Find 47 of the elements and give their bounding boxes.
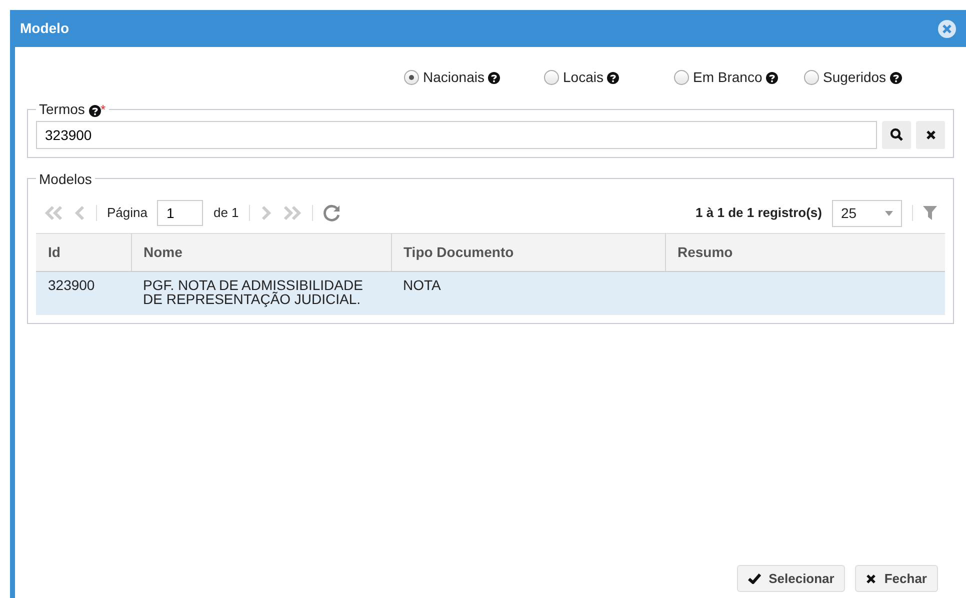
filter-icon[interactable] [923, 206, 937, 220]
radio-label[interactable]: Locais [563, 67, 604, 88]
search-button[interactable] [882, 120, 911, 149]
column-header[interactable]: Tipo Documento [391, 233, 665, 272]
record-count: 1 à 1 de 1 registro(s) [696, 204, 822, 222]
field-label: Termos [39, 101, 85, 117]
column-header[interactable]: Resumo [665, 233, 945, 272]
check-icon [748, 573, 761, 584]
page-label: Página [107, 204, 148, 222]
caret-icon [885, 210, 893, 216]
close-icon [866, 574, 876, 584]
search-field[interactable]: 323900 [36, 120, 877, 149]
refresh-icon[interactable] [322, 204, 341, 222]
radio-button[interactable] [404, 70, 419, 85]
help-icon [890, 72, 902, 84]
help-icon [766, 72, 778, 84]
page-total: de 1 [213, 204, 239, 222]
search-icon [890, 128, 903, 142]
help-icon [88, 104, 101, 117]
radio-label[interactable]: Sugeridos [823, 67, 886, 88]
close-icon [926, 130, 936, 140]
table-row[interactable]: 323900 PGF. NOTA DE ADMISSIBILIDADE DE REPRESENTAÇÃO JUDICIAL. NOTA [36, 271, 945, 315]
previous-page-icon[interactable] [74, 205, 86, 222]
cell-text: NOTA [403, 276, 441, 293]
clear-button[interactable] [916, 120, 945, 149]
first-page-icon[interactable] [44, 205, 64, 222]
radio-label[interactable]: Em Branco [693, 67, 762, 88]
window-title: Modelo [20, 19, 69, 38]
cell-text: PGF. NOTA DE ADMISSIBILIDADE DE REPRESENTAÇÃO JUDICIAL. [143, 276, 363, 308]
help-icon [607, 72, 620, 84]
page-size-select[interactable]: 25 [832, 200, 902, 227]
close-icon[interactable] [938, 20, 956, 38]
radio-button[interactable] [544, 70, 559, 85]
radio-button[interactable] [804, 70, 819, 85]
close-button[interactable]: Fechar [855, 565, 938, 592]
radio-button[interactable] [674, 70, 689, 85]
column-header[interactable]: Id [36, 233, 131, 272]
last-page-icon[interactable] [282, 205, 302, 222]
required-mark: * [100, 102, 106, 117]
cell-text: 323900 [48, 276, 95, 293]
select-button[interactable]: Selecionar [736, 565, 846, 592]
panel-label: Modelos [39, 170, 92, 187]
page-field[interactable]: 1 [157, 200, 204, 226]
radio-label[interactable]: Nacionais [423, 67, 484, 88]
help-icon [488, 72, 500, 84]
next-page-icon[interactable] [260, 205, 272, 222]
column-header[interactable]: Nome [131, 233, 391, 272]
